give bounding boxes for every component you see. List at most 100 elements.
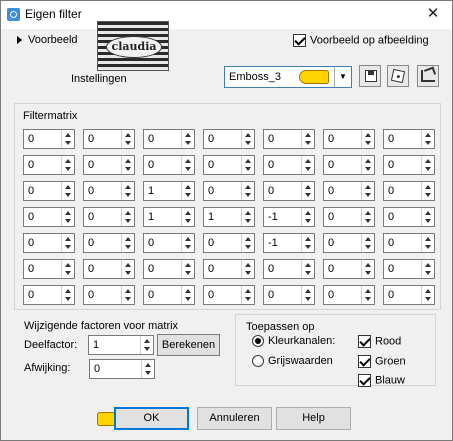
matrix-cell-input[interactable]: 0 xyxy=(383,207,435,227)
matrix-cell-spinner[interactable] xyxy=(361,260,374,278)
divisor-spinner[interactable] xyxy=(140,336,153,354)
matrix-cell-input[interactable]: 0 xyxy=(323,285,375,305)
matrix-cell-spinner[interactable] xyxy=(241,156,254,174)
matrix-cell-input[interactable]: 0 xyxy=(143,259,195,279)
matrix-cell-spinner[interactable] xyxy=(121,234,134,252)
preview-toggle[interactable]: Voorbeeld xyxy=(17,34,78,46)
preview-on-image-checkbox[interactable]: Voorbeeld op afbeelding xyxy=(293,34,429,47)
matrix-cell-spinner[interactable] xyxy=(361,234,374,252)
matrix-cell-input[interactable]: 0 xyxy=(323,155,375,175)
matrix-cell-input[interactable]: 0 xyxy=(143,233,195,253)
matrix-cell-input[interactable]: 0 xyxy=(23,207,75,227)
matrix-cell-input[interactable]: -1 xyxy=(263,207,315,227)
grayscale-radio[interactable]: Grijswaarden xyxy=(252,355,333,368)
cancel-button[interactable]: Annuleren xyxy=(197,407,272,430)
red-checkbox[interactable]: Rood xyxy=(358,335,401,348)
matrix-cell-spinner[interactable] xyxy=(421,156,434,174)
matrix-cell-input[interactable]: 0 xyxy=(143,285,195,305)
matrix-cell-spinner[interactable] xyxy=(241,208,254,226)
blue-checkbox[interactable]: Blauw xyxy=(358,374,405,387)
color-channels-radio[interactable]: Kleurkanalen: xyxy=(252,335,335,348)
matrix-cell-spinner[interactable] xyxy=(121,286,134,304)
matrix-cell-input[interactable]: 0 xyxy=(383,129,435,149)
matrix-cell-spinner[interactable] xyxy=(181,260,194,278)
matrix-cell-input[interactable]: 0 xyxy=(383,233,435,253)
matrix-cell-spinner[interactable] xyxy=(241,286,254,304)
chevron-down-icon[interactable]: ▼ xyxy=(334,67,351,87)
matrix-cell-input[interactable]: 0 xyxy=(203,155,255,175)
matrix-cell-input[interactable]: 1 xyxy=(143,181,195,201)
matrix-cell-input[interactable]: 0 xyxy=(83,285,135,305)
matrix-cell-spinner[interactable] xyxy=(361,286,374,304)
matrix-cell-spinner[interactable] xyxy=(361,156,374,174)
matrix-cell-spinner[interactable] xyxy=(121,130,134,148)
matrix-cell-input[interactable]: 0 xyxy=(203,181,255,201)
matrix-cell-input[interactable]: 0 xyxy=(263,259,315,279)
matrix-cell-spinner[interactable] xyxy=(121,156,134,174)
matrix-cell-input[interactable]: 0 xyxy=(323,259,375,279)
matrix-cell-input[interactable]: 0 xyxy=(203,233,255,253)
matrix-cell-input[interactable]: 0 xyxy=(83,233,135,253)
matrix-cell-spinner[interactable] xyxy=(181,156,194,174)
matrix-cell-spinner[interactable] xyxy=(61,182,74,200)
matrix-cell-input[interactable]: 0 xyxy=(203,259,255,279)
matrix-cell-input[interactable]: 0 xyxy=(203,129,255,149)
preset-select[interactable]: Emboss_3 ▼ xyxy=(224,66,352,88)
matrix-cell-input[interactable]: 1 xyxy=(143,207,195,227)
matrix-cell-spinner[interactable] xyxy=(361,130,374,148)
matrix-cell-input[interactable]: 0 xyxy=(143,155,195,175)
matrix-cell-spinner[interactable] xyxy=(241,182,254,200)
matrix-cell-spinner[interactable] xyxy=(421,208,434,226)
matrix-cell-spinner[interactable] xyxy=(181,130,194,148)
compute-button[interactable]: Berekenen xyxy=(157,334,220,356)
matrix-cell-spinner[interactable] xyxy=(361,208,374,226)
matrix-cell-input[interactable]: 0 xyxy=(23,155,75,175)
matrix-cell-spinner[interactable] xyxy=(181,208,194,226)
matrix-cell-spinner[interactable] xyxy=(301,156,314,174)
randomize-button[interactable] xyxy=(387,65,409,87)
matrix-cell-spinner[interactable] xyxy=(61,130,74,148)
matrix-cell-spinner[interactable] xyxy=(61,234,74,252)
matrix-cell-input[interactable]: 0 xyxy=(23,285,75,305)
matrix-cell-spinner[interactable] xyxy=(241,260,254,278)
matrix-cell-spinner[interactable] xyxy=(121,182,134,200)
close-button[interactable]: ✕ xyxy=(422,4,444,24)
matrix-cell-spinner[interactable] xyxy=(301,182,314,200)
matrix-cell-input[interactable]: 0 xyxy=(383,285,435,305)
matrix-cell-spinner[interactable] xyxy=(301,130,314,148)
matrix-cell-input[interactable]: 0 xyxy=(263,181,315,201)
ok-button[interactable]: OK xyxy=(114,407,189,430)
reset-button[interactable] xyxy=(417,65,439,87)
matrix-cell-input[interactable]: 0 xyxy=(143,129,195,149)
matrix-cell-spinner[interactable] xyxy=(61,286,74,304)
matrix-cell-spinner[interactable] xyxy=(241,130,254,148)
matrix-cell-input[interactable]: 0 xyxy=(203,285,255,305)
matrix-cell-spinner[interactable] xyxy=(421,182,434,200)
matrix-cell-input[interactable]: 0 xyxy=(23,181,75,201)
matrix-cell-spinner[interactable] xyxy=(301,286,314,304)
matrix-cell-input[interactable]: 0 xyxy=(323,233,375,253)
matrix-cell-input[interactable]: 0 xyxy=(23,233,75,253)
matrix-cell-spinner[interactable] xyxy=(421,286,434,304)
matrix-cell-input[interactable]: 0 xyxy=(83,207,135,227)
matrix-cell-spinner[interactable] xyxy=(421,260,434,278)
matrix-cell-input[interactable]: -1 xyxy=(263,233,315,253)
matrix-cell-input[interactable]: 0 xyxy=(23,259,75,279)
matrix-cell-input[interactable]: 0 xyxy=(323,207,375,227)
matrix-cell-input[interactable]: 0 xyxy=(263,285,315,305)
offset-input[interactable]: 0 xyxy=(89,359,155,379)
matrix-cell-input[interactable]: 0 xyxy=(263,129,315,149)
matrix-cell-spinner[interactable] xyxy=(61,260,74,278)
matrix-cell-input[interactable]: 0 xyxy=(83,155,135,175)
matrix-cell-spinner[interactable] xyxy=(121,260,134,278)
matrix-cell-spinner[interactable] xyxy=(241,234,254,252)
divisor-input[interactable]: 1 xyxy=(88,335,154,355)
offset-spinner[interactable] xyxy=(141,360,154,378)
matrix-cell-spinner[interactable] xyxy=(181,286,194,304)
matrix-cell-input[interactable]: 0 xyxy=(323,181,375,201)
matrix-cell-spinner[interactable] xyxy=(181,234,194,252)
matrix-cell-spinner[interactable] xyxy=(61,156,74,174)
matrix-cell-input[interactable]: 0 xyxy=(83,129,135,149)
matrix-cell-spinner[interactable] xyxy=(301,208,314,226)
matrix-cell-input[interactable]: 0 xyxy=(263,155,315,175)
